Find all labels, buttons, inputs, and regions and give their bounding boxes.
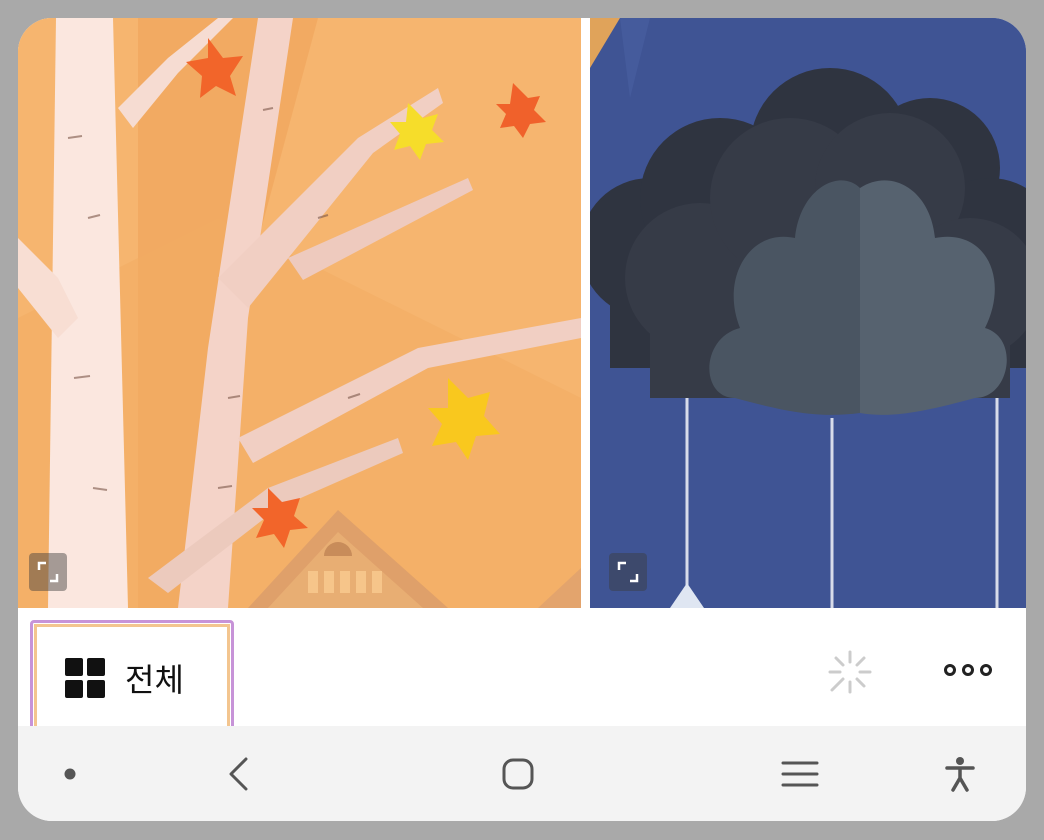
wallpaper-tile-autumn[interactable] bbox=[18, 18, 581, 608]
bottom-toolbar: 전체 bbox=[18, 608, 1026, 736]
system-nav-bar bbox=[18, 726, 1026, 821]
grid-icon bbox=[65, 658, 105, 698]
dot-glyph bbox=[64, 768, 76, 779]
back-icon[interactable] bbox=[198, 726, 278, 821]
back-glyph bbox=[229, 757, 248, 790]
wallpaper-tile-cloud[interactable] bbox=[590, 18, 1026, 608]
home-glyph bbox=[502, 758, 534, 789]
recents-icon[interactable] bbox=[760, 726, 840, 821]
filter-all-button[interactable]: 전체 bbox=[30, 620, 234, 736]
expand-glyph bbox=[37, 561, 59, 583]
expand-icon[interactable] bbox=[29, 553, 67, 591]
cloud-image bbox=[590, 18, 1026, 608]
sparkle-icon[interactable] bbox=[826, 648, 874, 696]
phone-screen: 전체 bbox=[18, 18, 1026, 821]
accessibility-icon[interactable] bbox=[920, 726, 1000, 821]
expand-glyph bbox=[617, 561, 639, 583]
accessibility-glyph bbox=[945, 756, 975, 792]
filter-label: 전체 bbox=[125, 661, 184, 699]
sparkle-glyph bbox=[828, 650, 872, 694]
autumn-tree-image bbox=[18, 18, 581, 608]
dot-icon[interactable] bbox=[30, 726, 110, 821]
more-dot bbox=[980, 664, 992, 676]
home-icon[interactable] bbox=[478, 726, 558, 821]
more-dot bbox=[962, 664, 974, 676]
recents-glyph bbox=[781, 761, 819, 786]
more-options-icon[interactable] bbox=[938, 650, 998, 690]
wallpaper-gallery bbox=[18, 18, 1026, 608]
more-dot bbox=[944, 664, 956, 676]
expand-icon[interactable] bbox=[609, 553, 647, 591]
